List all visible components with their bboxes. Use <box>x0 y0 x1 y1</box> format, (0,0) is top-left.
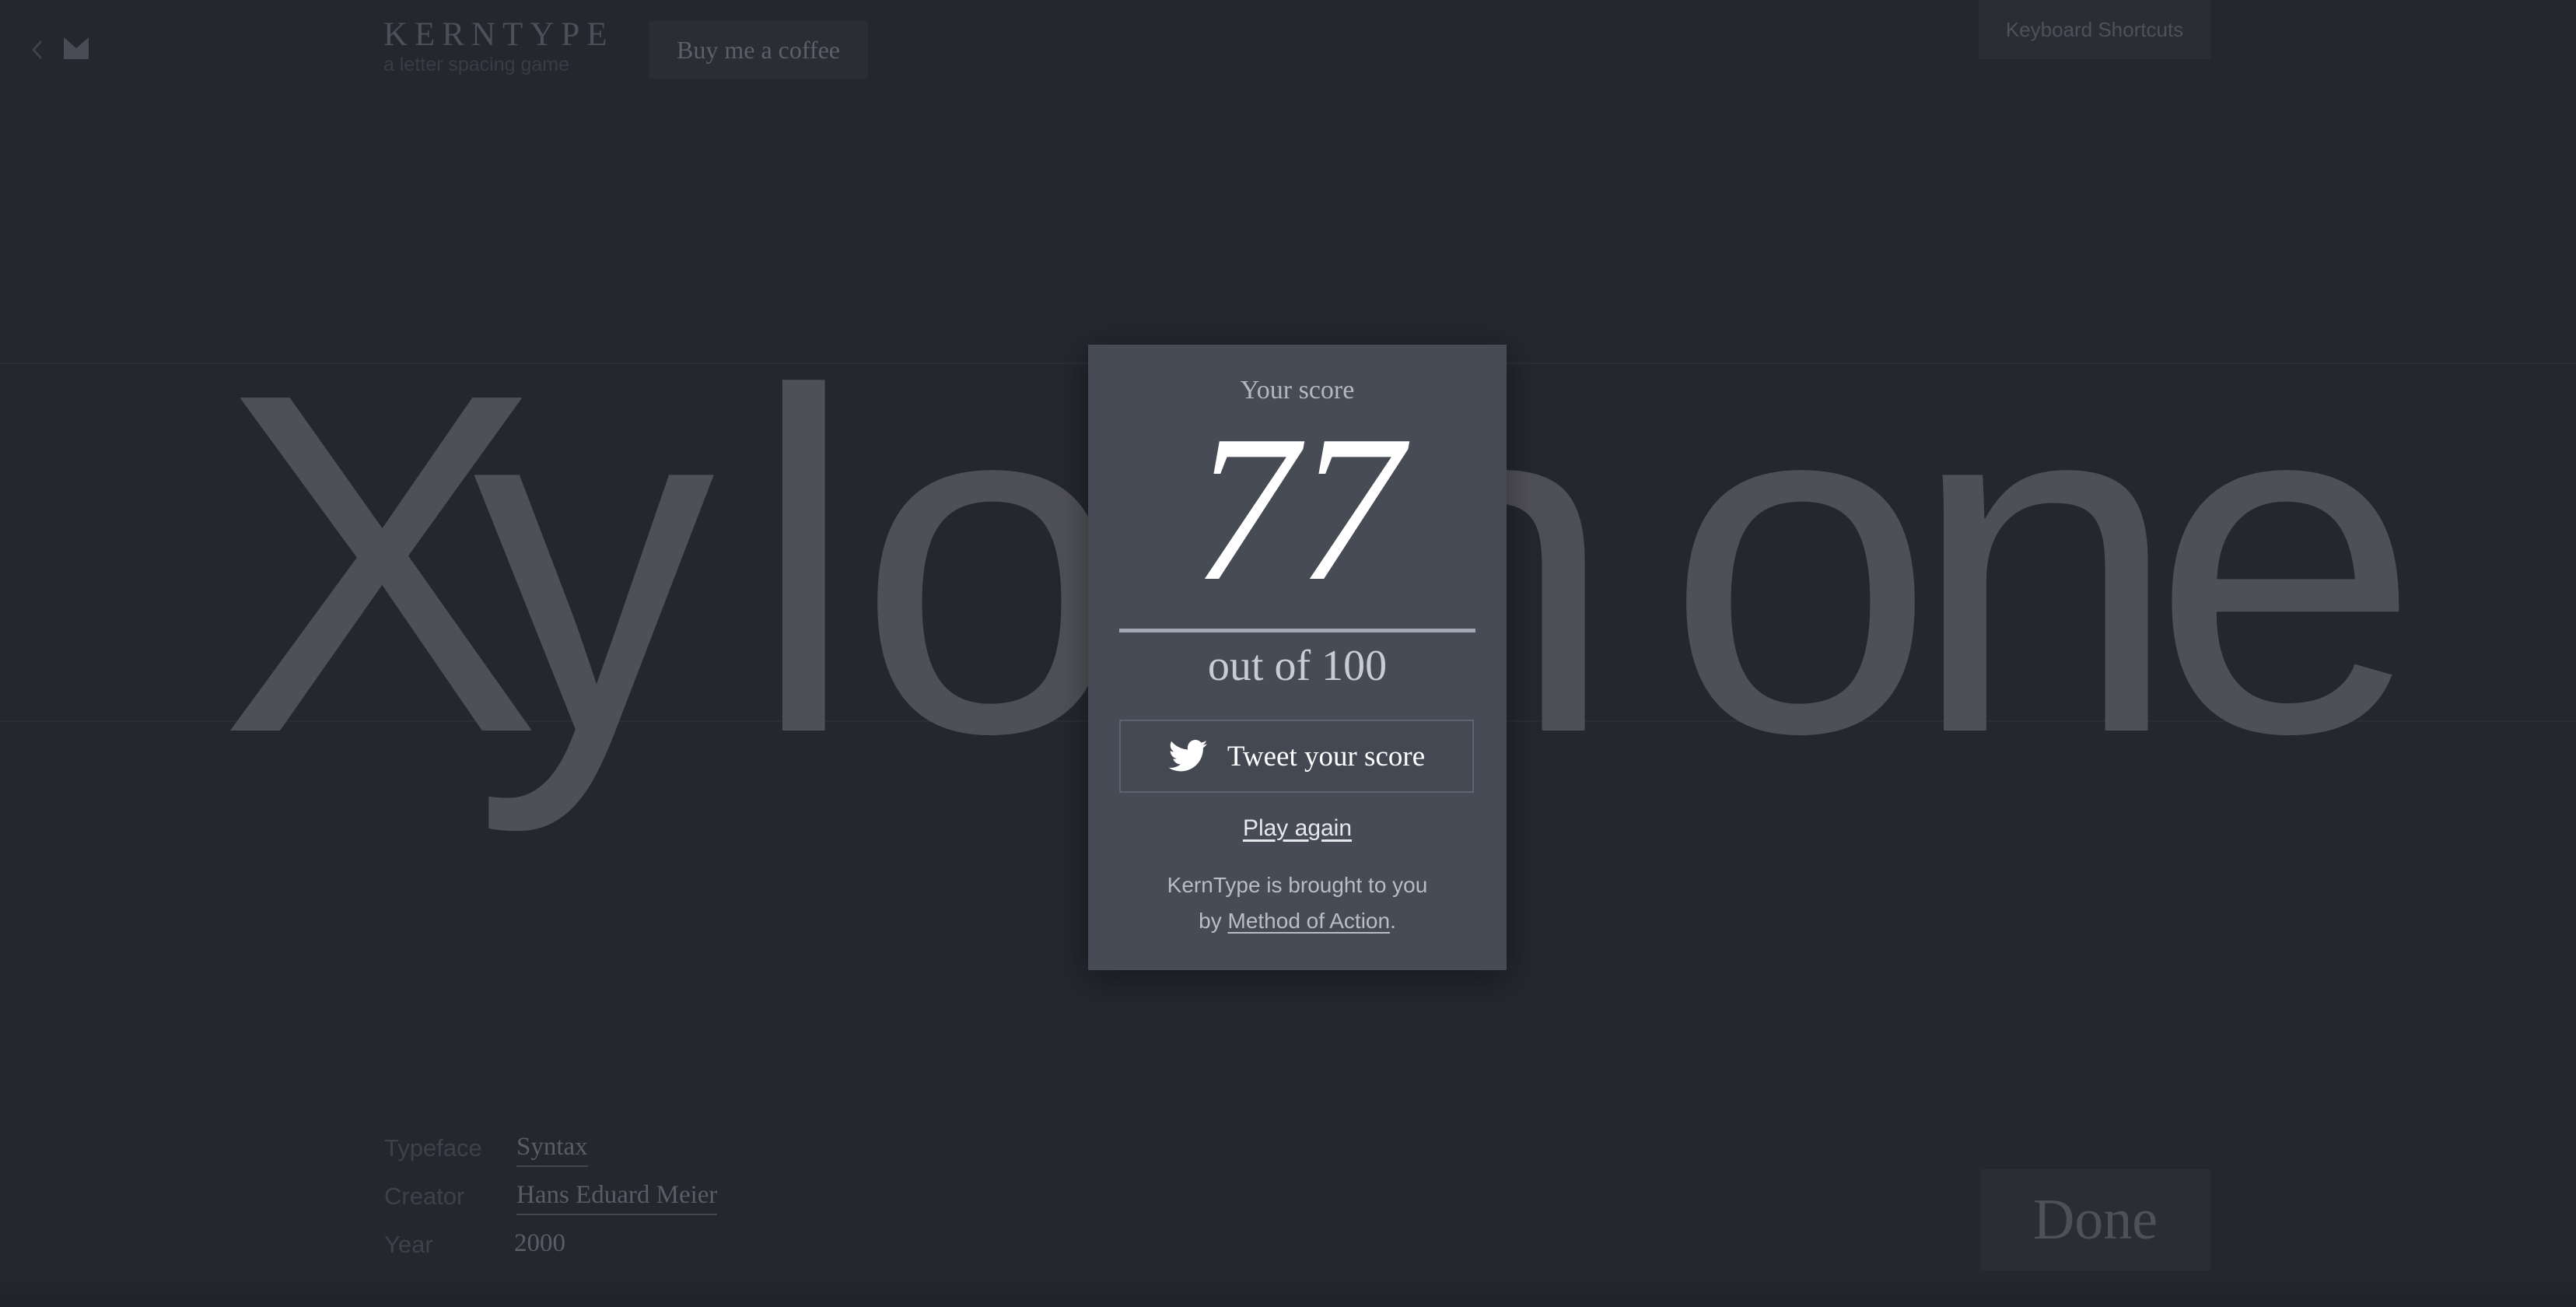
buy-coffee-button[interactable]: Buy me a coffee <box>649 21 868 79</box>
method-of-action-link[interactable]: Method of Action <box>1228 909 1391 933</box>
bottom-fade <box>0 1276 2576 1307</box>
letter-y[interactable]: y <box>473 321 715 805</box>
letter-l[interactable]: l <box>750 321 857 805</box>
logo-icon[interactable] <box>62 34 90 62</box>
play-again-link[interactable]: Play again <box>1243 815 1352 841</box>
creator-link[interactable]: Hans Eduard Meier <box>516 1181 718 1215</box>
typeface-value[interactable]: Syntax <box>516 1133 588 1167</box>
back-arrow-icon <box>31 40 43 60</box>
credit-text: KernType is brought to you by Method of … <box>1088 867 1507 939</box>
score-value: 77 <box>1192 392 1402 625</box>
play-again: Play again <box>1088 815 1507 842</box>
back-button[interactable] <box>22 34 53 65</box>
letter-e[interactable]: e <box>2151 321 2420 805</box>
credit-line-2: by Method of Action. <box>1088 903 1507 939</box>
typeface-label: Typeface <box>384 1134 482 1162</box>
letter-n[interactable]: n <box>1910 321 2179 805</box>
brand[interactable]: KERNTYPE a letter spacing game <box>383 16 614 76</box>
score-max: out of 100 <box>1207 642 1388 690</box>
letter-o-2[interactable]: o <box>1666 321 1935 805</box>
score-divider <box>1119 629 1475 632</box>
letter-o[interactable]: o <box>857 321 1126 805</box>
keyboard-shortcuts-button[interactable]: Keyboard Shortcuts <box>1979 0 2210 59</box>
tweet-score-label: Tweet your score <box>1227 740 1426 773</box>
tweet-score-button[interactable]: Tweet your score <box>1119 720 1474 793</box>
year-label: Year <box>384 1231 433 1258</box>
year-value: 2000 <box>514 1229 565 1257</box>
done-button[interactable]: Done <box>1980 1169 2210 1270</box>
brand-title: KERNTYPE <box>383 16 614 53</box>
score-modal: Your score 77 out of 100 Tweet your scor… <box>1088 345 1507 970</box>
credit-line-1: KernType is brought to you <box>1167 873 1428 897</box>
creator-label: Creator <box>384 1183 465 1210</box>
kerntype-page: KERNTYPE a letter spacing game Buy me a … <box>0 0 2576 1307</box>
brand-tagline: a letter spacing game <box>383 54 570 75</box>
credit-by: by <box>1199 909 1228 933</box>
typeface-link[interactable]: Syntax <box>516 1133 588 1167</box>
credit-suffix: . <box>1390 909 1396 933</box>
creator-value[interactable]: Hans Eduard Meier <box>516 1181 718 1215</box>
twitter-bird-icon <box>1168 740 1208 772</box>
